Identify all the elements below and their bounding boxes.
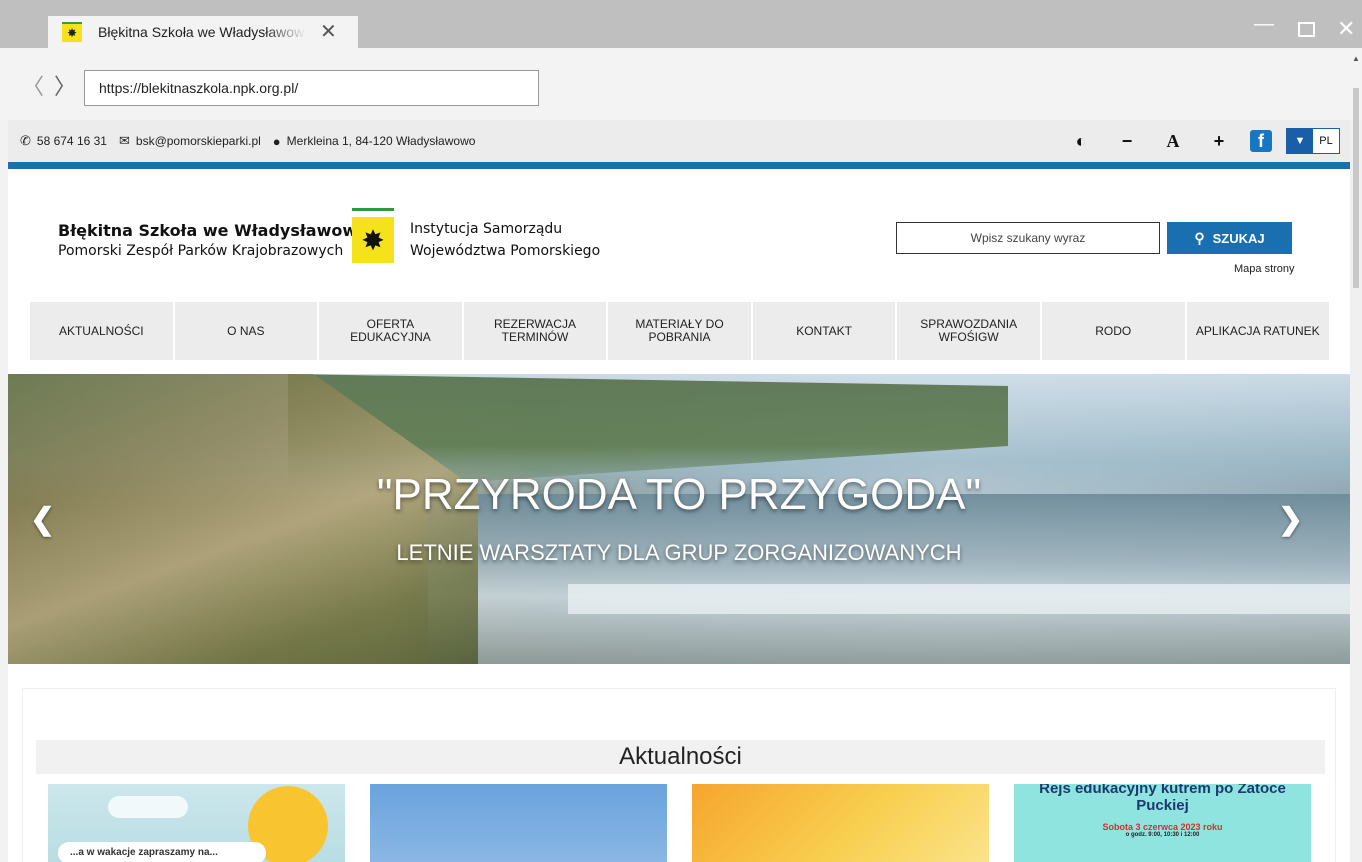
accent-divider — [8, 162, 1350, 169]
window-close-icon[interactable]: ✕ — [1337, 18, 1355, 40]
tab-close-icon[interactable]: ✕ — [320, 22, 337, 42]
language-select[interactable]: ▼ PL — [1286, 128, 1340, 154]
news-card-text: ...a w wakacje zapraszamy na... — [58, 842, 266, 862]
browser-tab[interactable]: ✸ Błękitna Szkoła we Władysławowie ✕ — [48, 16, 358, 48]
crest-favicon-icon: ✸ — [62, 22, 82, 42]
slider-prev-icon[interactable]: ❮ — [30, 502, 55, 537]
email-contact[interactable]: ✉ bsk@pomorskieparki.pl — [119, 133, 261, 149]
institution-line2: Województwa Pomorskiego — [410, 243, 601, 259]
sitemap-link[interactable]: Mapa strony — [1234, 263, 1295, 275]
institution-line1: Instytucja Samorządu — [410, 221, 563, 237]
phone-contact[interactable]: ✆ 58 674 16 31 — [20, 133, 107, 149]
main-menu: AKTUALNOŚCI O NAS OFERTA EDUKACYJNA REZE… — [30, 302, 1329, 360]
phone-text: 58 674 16 31 — [36, 134, 107, 148]
email-text: bsk@pomorskieparki.pl — [135, 134, 261, 148]
news-card-date: Sobota 3 czerwca 2023 roku — [1102, 822, 1223, 832]
envelope-icon: ✉ — [118, 133, 130, 148]
back-icon[interactable]: 〈 — [22, 76, 44, 98]
news-card-hours: o godz. 9:00, 10:30 i 12:00 — [1125, 832, 1200, 838]
news-card[interactable] — [692, 784, 989, 862]
news-card[interactable] — [370, 784, 667, 862]
news-heading: Aktualności — [36, 740, 1325, 774]
address-text: Merkleina 1, 84-120 Władysławowo — [286, 134, 476, 148]
facebook-icon[interactable]: f — [1250, 130, 1272, 152]
griffin-icon: ✸ — [352, 217, 394, 263]
language-current: PL — [1313, 129, 1339, 153]
maximize-icon[interactable] — [1298, 22, 1315, 37]
search-button-label: SZUKAJ — [1212, 230, 1265, 246]
contrast-icon[interactable]: ◐ — [1058, 131, 1104, 152]
map-pin-icon: ● — [272, 133, 281, 149]
hero-headline: "PRZYRODA TO PRZYGODA" — [376, 470, 982, 519]
page-viewport: ✆ 58 674 16 31 ✉ bsk@pomorskieparki.pl ●… — [8, 120, 1350, 862]
pomorskie-crest-logo: ✸ — [352, 208, 394, 264]
tab-title: Błękitna Szkoła we Władysławowie — [98, 24, 306, 40]
news-card[interactable]: Rejs edukacyjny kutrem po Zatoce Puckiej… — [1014, 784, 1311, 862]
brand-subtitle: Pomorski Zespół Parków Krajobrazowych — [58, 243, 344, 259]
scrollbar-thumb[interactable] — [1353, 88, 1359, 288]
accessibility-tools: ◐ − A + f ▼ PL — [1058, 128, 1340, 154]
menu-item-rezerwacja[interactable]: REZERWACJA TERMINÓW — [464, 302, 609, 360]
font-increase-icon[interactable]: + — [1196, 131, 1242, 152]
hero-subline: LETNIE WARSZTATY DLA GRUP ZORGANIZOWANYC… — [396, 540, 962, 565]
menu-item-aktualnosci[interactable]: AKTUALNOŚCI — [30, 302, 175, 360]
news-card-title: Rejs edukacyjny kutrem po Zatoce Puckiej — [1039, 784, 1286, 814]
hero-slider: "PRZYRODA TO PRZYGODA" LETNIE WARSZTATY … — [8, 374, 1350, 664]
scroll-up-icon[interactable]: ▲ — [1352, 54, 1360, 63]
search-input[interactable]: Wpisz szukany wyraz — [896, 222, 1160, 254]
menu-item-sprawozdania[interactable]: SPRAWOZDANIA WFOŚIGW — [897, 302, 1042, 360]
menu-item-o-nas[interactable]: O NAS — [175, 302, 320, 360]
slider-next-icon[interactable]: ❯ — [1278, 502, 1303, 537]
menu-item-aplikacja[interactable]: APLIKACJA RATUNEK — [1187, 302, 1330, 360]
font-decrease-icon[interactable]: − — [1104, 131, 1150, 152]
forward-icon[interactable]: 〉 — [54, 76, 76, 98]
cloud-illustration — [108, 796, 188, 818]
search-button[interactable]: ⚲ SZUKAJ — [1167, 222, 1292, 254]
menu-item-rodo[interactable]: RODO — [1042, 302, 1187, 360]
chevron-down-icon: ▼ — [1287, 129, 1313, 153]
menu-item-oferta[interactable]: OFERTA EDUKACYJNA — [319, 302, 464, 360]
search-icon: ⚲ — [1194, 229, 1205, 246]
news-card[interactable]: ...a w wakacje zapraszamy na... — [48, 784, 345, 862]
phone-icon: ✆ — [20, 133, 31, 148]
font-reset-icon[interactable]: A — [1150, 131, 1196, 152]
minimize-icon[interactable]: — — [1254, 14, 1274, 34]
hero-photo-surf — [568, 584, 1350, 614]
brand-name[interactable]: Błękitna Szkoła we Władysławowie — [58, 221, 373, 240]
menu-item-kontakt[interactable]: KONTAKT — [753, 302, 898, 360]
menu-item-materialy[interactable]: MATERIAŁY DO POBRANIA — [608, 302, 753, 360]
address-contact: ● Merkleina 1, 84-120 Władysławowo — [273, 134, 476, 149]
url-field[interactable]: https://blekitnaszkola.npk.org.pl/ — [84, 70, 539, 106]
